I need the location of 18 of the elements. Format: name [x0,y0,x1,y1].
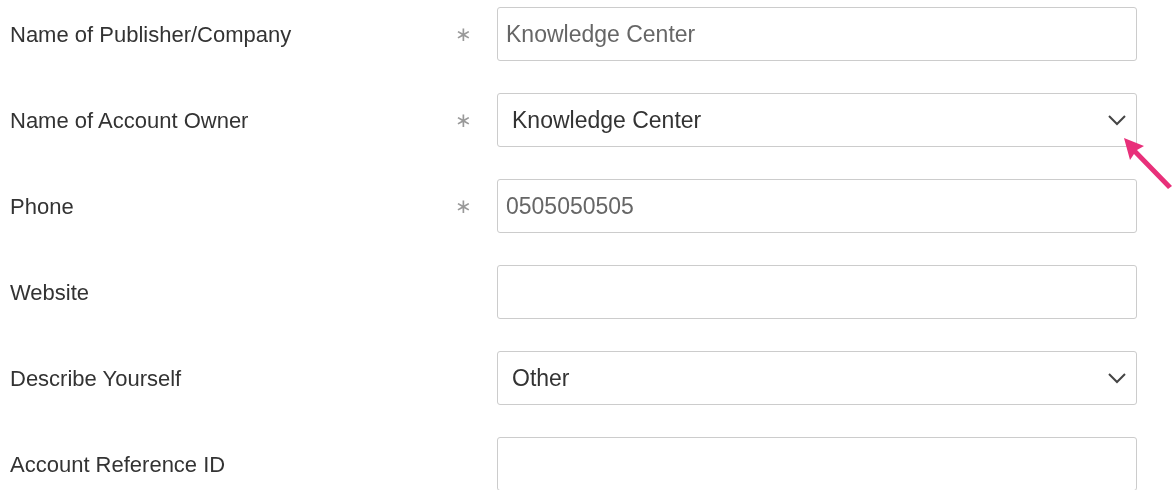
input-field[interactable] [497,437,1137,490]
required-mark: ∗ [455,194,473,219]
chevron-down-icon [1108,114,1126,126]
field-label: Phone [10,192,75,221]
pointer-arrow [1122,136,1173,190]
field-label: Account Reference ID [10,450,227,479]
input-field[interactable] [497,265,1137,319]
field-label: Describe Yourself [10,364,183,393]
field-label: Name of Account Owner [10,106,250,135]
required-mark: ∗ [455,22,473,47]
chevron-down-icon [1108,372,1126,384]
field-label: Website [10,278,91,307]
input-field[interactable]: Knowledge Center [497,7,1137,61]
input-field[interactable]: 0505050505 [497,179,1137,233]
required-mark: ∗ [455,108,473,133]
dropdown[interactable]: Knowledge Center [497,93,1137,147]
dropdown[interactable]: Other [497,351,1137,405]
field-label: Name of Publisher/Company [10,20,293,49]
